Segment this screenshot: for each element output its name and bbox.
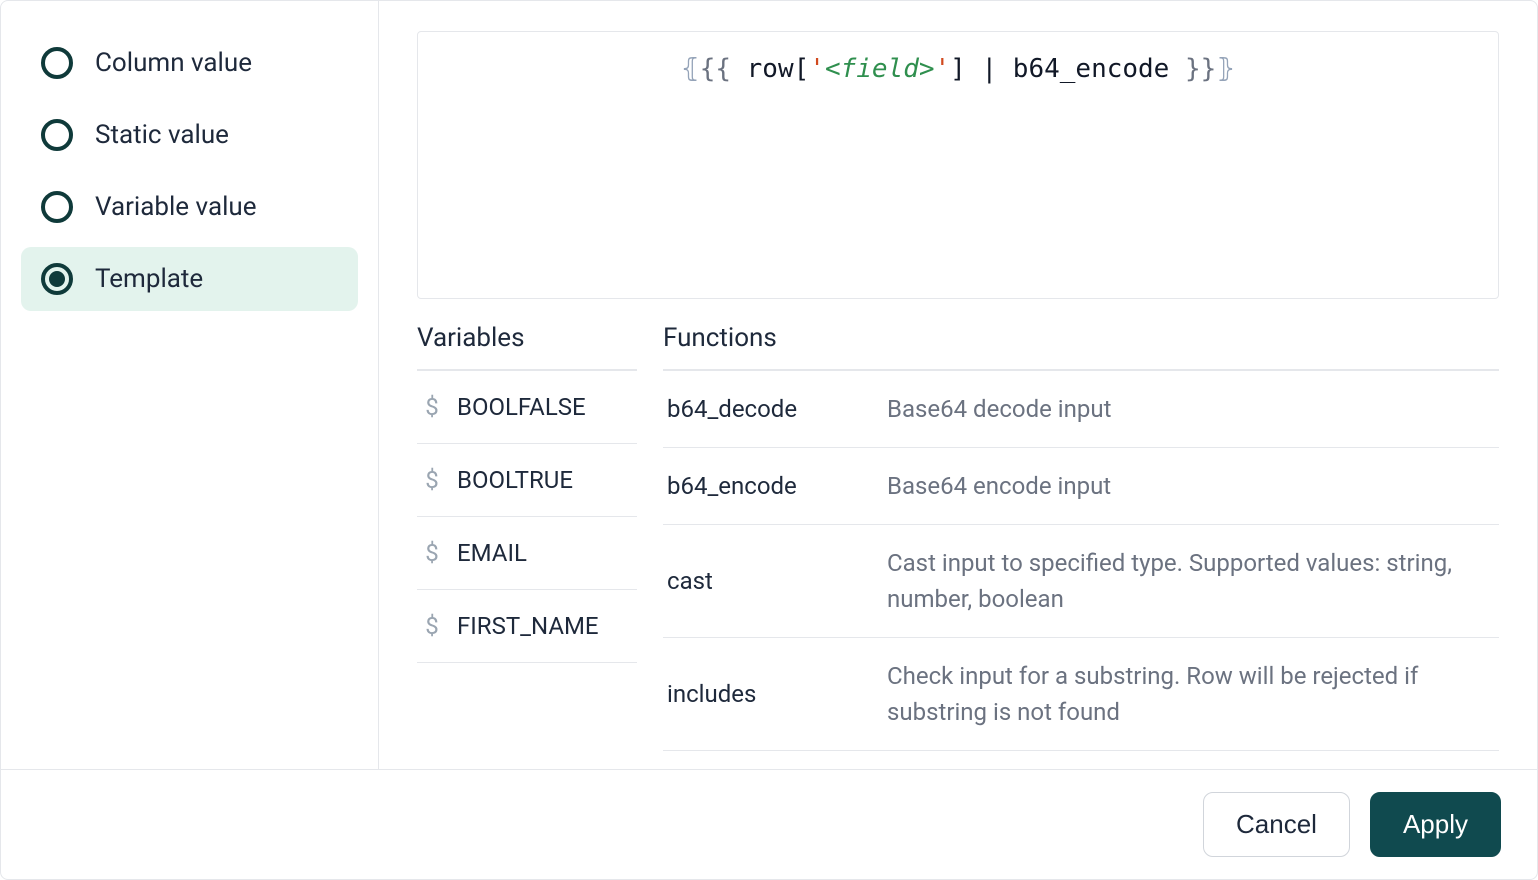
dialog-footer: Cancel Apply bbox=[1, 769, 1537, 879]
sidebar: Column value Static value Variable value… bbox=[1, 1, 379, 769]
bracket-left-icon: ⦃ bbox=[681, 54, 700, 84]
token-row-suffix: ] bbox=[950, 54, 981, 84]
function-row[interactable]: json Construct JSON object from key valu… bbox=[663, 751, 1499, 759]
token-filter: b64_encode bbox=[1013, 54, 1185, 84]
variable-row[interactable]: $ EMAIL bbox=[417, 517, 637, 590]
bracket-right-icon: ⦄ bbox=[1216, 54, 1235, 84]
main-area: Column value Static value Variable value… bbox=[1, 1, 1537, 769]
variable-name: BOOLTRUE bbox=[457, 466, 573, 494]
functions-header: Functions bbox=[663, 323, 1499, 371]
token-quote-open: ' bbox=[809, 54, 825, 84]
token-row-prefix: row[ bbox=[731, 54, 809, 84]
function-name: b64_decode bbox=[667, 395, 867, 423]
cancel-button[interactable]: Cancel bbox=[1203, 792, 1350, 857]
radio-label: Static value bbox=[95, 120, 229, 150]
function-name: b64_encode bbox=[667, 472, 867, 500]
functions-column: Functions b64_decode Base64 decode input… bbox=[663, 323, 1499, 759]
function-name: includes bbox=[667, 680, 867, 708]
reference-tables: Variables $ BOOLFALSE $ BOOLTRUE $ EMAIL bbox=[417, 323, 1499, 759]
function-desc: Check input for a substring. Row will be… bbox=[887, 658, 1495, 730]
variable-row[interactable]: $ BOOLFALSE bbox=[417, 371, 637, 444]
function-desc: Base64 decode input bbox=[887, 391, 1111, 427]
apply-button[interactable]: Apply bbox=[1370, 792, 1501, 857]
variables-list: $ BOOLFALSE $ BOOLTRUE $ EMAIL $ bbox=[417, 371, 637, 663]
function-desc: Base64 encode input bbox=[887, 468, 1111, 504]
radio-icon bbox=[41, 191, 73, 223]
function-desc: Cast input to specified type. Supported … bbox=[887, 545, 1495, 617]
token-close-brace: }} bbox=[1185, 54, 1216, 84]
radio-static-value[interactable]: Static value bbox=[21, 103, 358, 167]
radio-icon-selected bbox=[41, 263, 73, 295]
content-area: ⦃{{ row['<field>'] | b64_encode }}⦄ Vari… bbox=[379, 1, 1537, 769]
functions-list: b64_decode Base64 decode input b64_encod… bbox=[663, 371, 1499, 759]
variable-name: EMAIL bbox=[457, 539, 527, 567]
radio-icon bbox=[41, 47, 73, 79]
variables-column: Variables $ BOOLFALSE $ BOOLTRUE $ EMAIL bbox=[417, 323, 637, 759]
variable-row[interactable]: $ FIRST_NAME bbox=[417, 590, 637, 663]
dollar-icon: $ bbox=[425, 612, 439, 640]
radio-label: Variable value bbox=[95, 192, 257, 222]
radio-column-value[interactable]: Column value bbox=[21, 31, 358, 95]
radio-template[interactable]: Template bbox=[21, 247, 358, 311]
variable-name: BOOLFALSE bbox=[457, 393, 586, 421]
token-open-brace: {{ bbox=[700, 54, 731, 84]
token-pipe: | bbox=[981, 54, 1012, 84]
radio-variable-value[interactable]: Variable value bbox=[21, 175, 358, 239]
function-row[interactable]: cast Cast input to specified type. Suppo… bbox=[663, 525, 1499, 638]
dialog-container: Column value Static value Variable value… bbox=[0, 0, 1538, 880]
function-row[interactable]: b64_decode Base64 decode input bbox=[663, 371, 1499, 448]
function-row[interactable]: b64_encode Base64 encode input bbox=[663, 448, 1499, 525]
variable-row[interactable]: $ BOOLTRUE bbox=[417, 444, 637, 517]
radio-label: Column value bbox=[95, 48, 252, 78]
variable-name: FIRST_NAME bbox=[457, 612, 599, 640]
radio-icon bbox=[41, 119, 73, 151]
variables-header: Variables bbox=[417, 323, 637, 371]
dollar-icon: $ bbox=[425, 466, 439, 494]
dollar-icon: $ bbox=[425, 393, 439, 421]
function-name: cast bbox=[667, 567, 867, 595]
template-editor[interactable]: ⦃{{ row['<field>'] | b64_encode }}⦄ bbox=[417, 31, 1499, 299]
function-row[interactable]: includes Check input for a substring. Ro… bbox=[663, 638, 1499, 751]
token-quote-close: ' bbox=[935, 54, 951, 84]
dollar-icon: $ bbox=[425, 539, 439, 567]
token-field: <field> bbox=[825, 54, 935, 84]
radio-label: Template bbox=[95, 264, 203, 294]
